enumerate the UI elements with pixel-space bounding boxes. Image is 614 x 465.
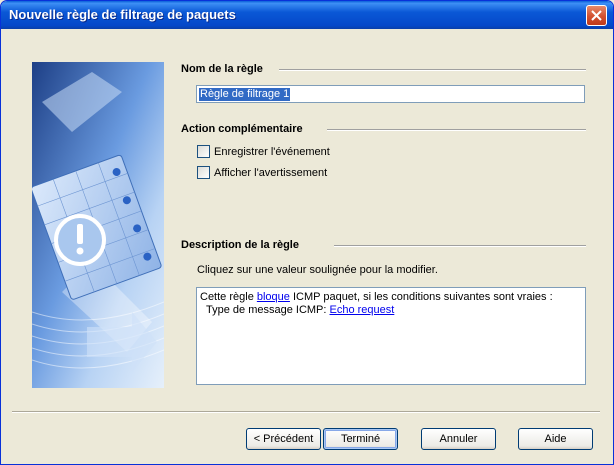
cancel-button[interactable]: Annuler: [421, 428, 496, 450]
help-button[interactable]: Aide: [518, 428, 593, 450]
description-line-1: Cette règle bloque ICMP paquet, si les c…: [200, 291, 582, 304]
show-warning-checkbox[interactable]: [197, 166, 210, 179]
dialog-window: Nouvelle règle de filtrage de paquets No…: [0, 0, 614, 465]
window-title: Nouvelle règle de filtrage de paquets: [9, 7, 236, 22]
description-text: ICMP paquet, si les conditions suivantes…: [289, 291, 553, 303]
log-event-checkbox[interactable]: [197, 145, 210, 158]
wizard-banner-image: [32, 62, 164, 388]
description-text: Cette règle: [200, 291, 257, 303]
finish-button[interactable]: Terminé: [323, 428, 398, 450]
show-warning-checkbox-row[interactable]: Afficher l'avertissement: [197, 166, 327, 179]
description-heading: Description de la règle: [181, 239, 305, 251]
log-event-checkbox-row[interactable]: Enregistrer l'événement: [197, 145, 330, 158]
log-event-label: Enregistrer l'événement: [214, 145, 330, 158]
back-button[interactable]: < Précédent: [246, 428, 321, 450]
icmp-type-link[interactable]: Echo request: [330, 304, 395, 316]
close-icon: [591, 10, 602, 21]
description-hint: Cliquez sur une valeur soulignée pour la…: [197, 264, 438, 276]
rule-name-value: Règle de filtrage 1: [199, 88, 291, 101]
action-heading: Action complémentaire: [181, 123, 309, 135]
bottom-divider: [12, 411, 600, 413]
description-line-2: Type de message ICMP: Echo request: [200, 304, 582, 317]
close-button[interactable]: [586, 5, 607, 26]
divider: [279, 69, 586, 71]
rule-name-input[interactable]: Règle de filtrage 1: [196, 85, 585, 103]
divider: [327, 129, 586, 131]
rule-name-heading: Nom de la règle: [181, 63, 269, 75]
description-text: Type de message ICMP:: [206, 304, 330, 316]
rule-description-box: Cette règle bloque ICMP paquet, si les c…: [196, 287, 586, 385]
divider: [334, 245, 586, 247]
title-bar[interactable]: Nouvelle règle de filtrage de paquets: [1, 1, 613, 29]
show-warning-label: Afficher l'avertissement: [214, 166, 328, 179]
action-value-link[interactable]: bloque: [257, 291, 290, 303]
